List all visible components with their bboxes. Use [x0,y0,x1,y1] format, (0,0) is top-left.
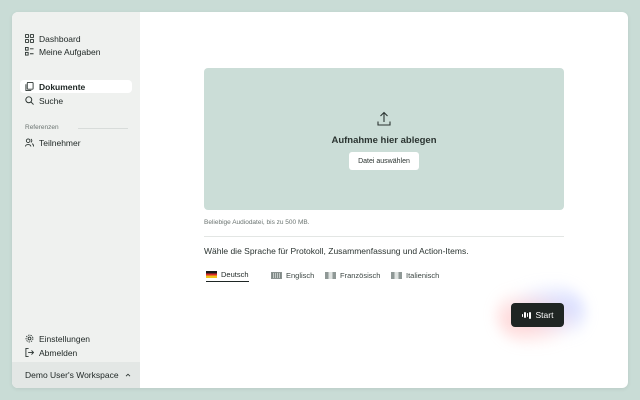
documents-icon [25,82,34,91]
sidebar-item-dashboard[interactable]: Dashboard [20,32,132,45]
upload-icon [377,111,391,126]
language-option-deutsch[interactable]: Deutsch [206,268,249,282]
language-option-englisch[interactable]: Englisch [271,268,314,282]
sidebar-item-label: Dokumente [39,81,86,92]
italian-flag-icon [391,271,402,279]
section-label-references: Referenzen [25,124,59,131]
section-divider [204,236,564,237]
sidebar-item-tasks[interactable]: Meine Aufgaben [20,45,132,58]
workspace-switcher[interactable]: Demo User's Workspace [12,362,140,388]
language-option-italienisch[interactable]: Italienisch [391,268,439,282]
app-window: Dashboard Meine Aufgaben Dokumente Suche… [12,12,628,388]
language-label: Englisch [286,270,315,280]
sidebar-item-logout[interactable]: Abmelden [20,346,132,359]
sidebar-item-label: Abmelden [39,347,78,358]
workspace-name: Demo User's Workspace [25,370,119,380]
sidebar-item-label: Meine Aufgaben [39,46,101,57]
language-label: Französisch [340,270,381,280]
sidebar-item-documents[interactable]: Dokumente [20,80,132,93]
language-label: Deutsch [221,270,249,279]
sidebar-item-label: Dashboard [39,33,81,44]
upload-dropzone[interactable]: Aufnahme hier ablegen Datei auswählen [204,68,564,210]
waveform-icon [521,311,531,319]
tasks-icon [25,47,34,56]
sidebar-item-label: Einstellungen [39,333,91,344]
upload-hint: Beliebige Audiodatei, bis zu 500 MB. [204,219,310,226]
sidebar-item-participants[interactable]: Teilnehmer [20,136,132,149]
sidebar-item-label: Suche [39,95,64,106]
search-icon [25,96,34,105]
sidebar-item-search[interactable]: Suche [20,94,132,107]
choose-file-button[interactable]: Datei auswählen [349,152,419,170]
logout-icon [25,348,34,357]
language-option-franzoesisch[interactable]: Französisch [325,268,380,282]
start-button[interactable]: Start [511,303,564,327]
section-divider [78,128,128,129]
users-icon [25,138,34,147]
main-content: Aufnahme hier ablegen Datei auswählen Be… [140,12,628,388]
german-flag-icon [206,271,217,278]
sidebar-item-label: Teilnehmer [39,137,81,148]
chevron-up-icon [125,373,130,377]
sidebar-item-settings[interactable]: Einstellungen [20,332,132,345]
language-prompt: Wähle die Sprache für Protokoll, Zusamme… [204,246,469,256]
dashboard-icon [25,34,34,43]
start-button-label: Start [535,310,554,320]
dropzone-title: Aufnahme hier ablegen [331,135,437,146]
sidebar: Dashboard Meine Aufgaben Dokumente Suche… [12,12,140,388]
language-label: Italienisch [406,270,440,280]
french-flag-icon [325,271,336,279]
english-flag-icon [271,271,282,279]
gear-icon [25,334,34,343]
